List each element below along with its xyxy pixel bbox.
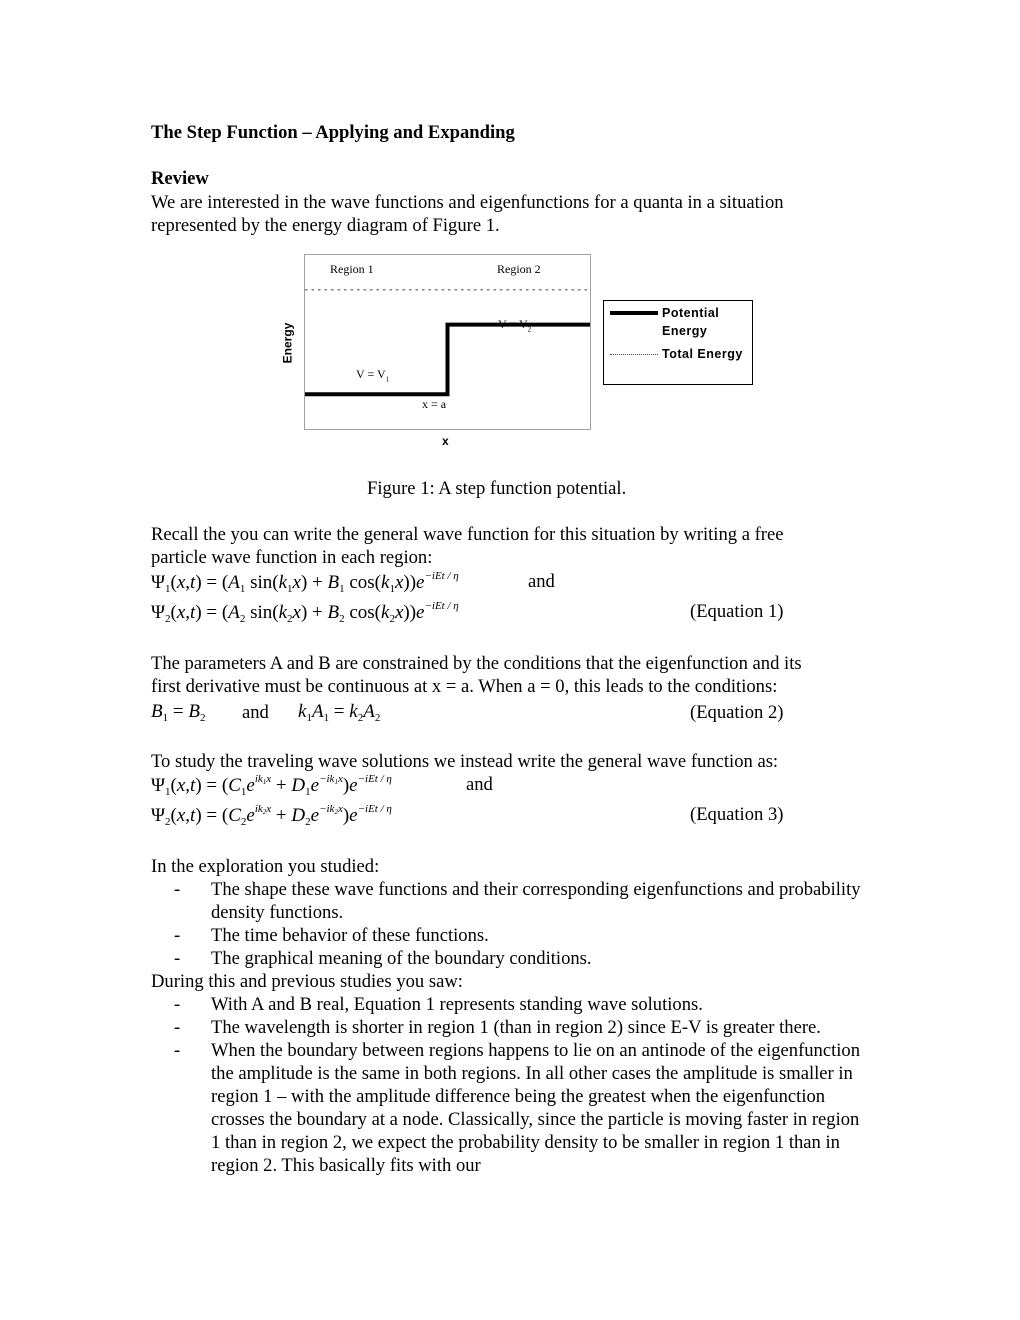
during-list: With A and B real, Equation 1 represents… — [151, 993, 891, 1177]
equation-2b: k1A1 = k2A2 — [298, 701, 381, 724]
and-label-2: and — [242, 702, 269, 723]
review-line: represented by the energy diagram of Fig… — [151, 215, 500, 236]
list-item: The time behavior of these functions. — [151, 924, 871, 947]
equation-2-label: (Equation 2) — [690, 702, 784, 723]
review-heading: Review — [151, 168, 209, 189]
equation-1a: Ψ1(x,t) = (A1 sin(k1x) + B1 cos(k1x))e−i… — [151, 570, 459, 595]
chart-legend: Potential Energy Total Energy — [603, 300, 753, 385]
params-line: The parameters A and B are constrained b… — [151, 653, 802, 674]
plot-area: Region 1 Region 2 V = V1 V = V2 x = a — [304, 254, 591, 430]
list-item: The graphical meaning of the boundary co… — [151, 947, 871, 970]
recall-paragraph: Recall the you can write the general wav… — [151, 523, 784, 569]
exploration-heading: In the exploration you studied: — [151, 856, 380, 877]
equation-1b: Ψ2(x,t) = (A2 sin(k2x) + B2 cos(k2x))e−i… — [151, 600, 459, 625]
x-equals-a-label: x = a — [422, 397, 447, 411]
equation-1-label: (Equation 1) — [690, 601, 784, 622]
region-2-label: Region 2 — [497, 262, 541, 276]
legend-total-label: Total Energy — [662, 347, 743, 361]
legend-total-swatch — [610, 354, 658, 355]
recall-line: Recall the you can write the general wav… — [151, 524, 784, 545]
equation-3a: Ψ1(x,t) = (C1eik1x + D1e−ik1x)e−iEt / η — [151, 773, 392, 798]
figure-caption: Figure 1: A step function potential. — [367, 478, 627, 499]
legend-potential-label: Potential Energy — [662, 306, 720, 338]
review-line: We are interested in the wave functions … — [151, 192, 784, 213]
potential-energy-line — [305, 322, 590, 397]
traveling-line: To study the traveling wave solutions we… — [151, 751, 779, 772]
step-chart-svg — [305, 289, 590, 397]
equation-3b: Ψ2(x,t) = (C2eik2x + D2e−ik2x)e−iEt / η — [151, 803, 392, 828]
recall-line: particle wave function in each region: — [151, 547, 433, 568]
list-item: The shape these wave functions and their… — [151, 878, 871, 924]
and-label-3: and — [466, 774, 493, 795]
params-paragraph: The parameters A and B are constrained b… — [151, 652, 802, 698]
equation-3-label: (Equation 3) — [690, 804, 784, 825]
x-axis-label: x — [442, 434, 449, 448]
legend-potential-swatch — [610, 311, 658, 315]
params-line: first derivative must be continuous at x… — [151, 676, 778, 697]
list-item: With A and B real, Equation 1 represents… — [151, 993, 871, 1016]
list-item: When the boundary between regions happen… — [151, 1039, 871, 1177]
region-1-label: Region 1 — [330, 262, 374, 276]
during-heading: During this and previous studies you saw… — [151, 971, 463, 992]
exploration-list: The shape these wave functions and their… — [151, 878, 871, 970]
v2-label: V = V2 — [498, 317, 532, 334]
y-axis-label: Energy — [280, 322, 295, 364]
equation-2a: B1 = B2 — [151, 701, 206, 724]
and-label-1: and — [528, 571, 555, 592]
list-item: The wavelength is shorter in region 1 (t… — [151, 1016, 891, 1039]
review-paragraph: We are interested in the wave functions … — [151, 191, 784, 237]
document-title: The Step Function – Applying and Expandi… — [151, 122, 515, 143]
v1-label: V = V1 — [356, 367, 390, 384]
